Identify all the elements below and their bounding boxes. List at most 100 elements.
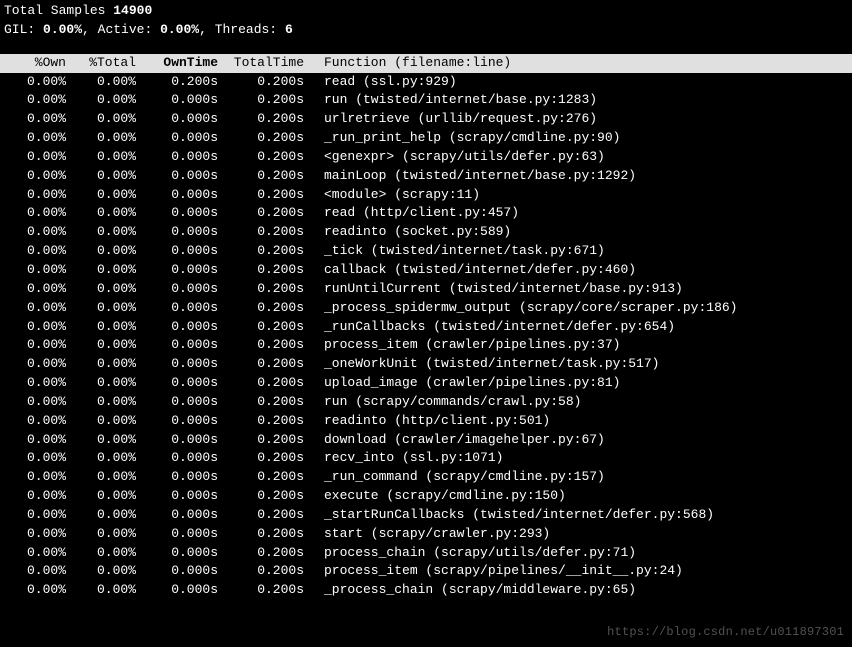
- cell-own: 0.00%: [4, 299, 66, 318]
- cell-function: download (crawler/imagehelper.py:67): [304, 431, 605, 450]
- cell-own: 0.00%: [4, 148, 66, 167]
- table-row: 0.00%0.00%0.000s0.200srecv_into (ssl.py:…: [4, 449, 848, 468]
- cell-owntime: 0.000s: [136, 186, 218, 205]
- cell-owntime: 0.000s: [136, 336, 218, 355]
- cell-function: process_item (scrapy/pipelines/__init__.…: [304, 562, 683, 581]
- cell-total: 0.00%: [66, 167, 136, 186]
- cell-own: 0.00%: [4, 431, 66, 450]
- cell-totaltime: 0.200s: [218, 280, 304, 299]
- header-own[interactable]: %Own: [4, 54, 66, 73]
- cell-function: start (scrapy/crawler.py:293): [304, 525, 550, 544]
- cell-total: 0.00%: [66, 204, 136, 223]
- header-total[interactable]: %Total: [66, 54, 136, 73]
- cell-total: 0.00%: [66, 223, 136, 242]
- table-row: 0.00%0.00%0.000s0.200srunUntilCurrent (t…: [4, 280, 848, 299]
- cell-function: runUntilCurrent (twisted/internet/base.p…: [304, 280, 683, 299]
- cell-total: 0.00%: [66, 148, 136, 167]
- cell-totaltime: 0.200s: [218, 562, 304, 581]
- cell-totaltime: 0.200s: [218, 355, 304, 374]
- table-row: 0.00%0.00%0.000s0.200scallback (twisted/…: [4, 261, 848, 280]
- cell-totaltime: 0.200s: [218, 242, 304, 261]
- cell-own: 0.00%: [4, 449, 66, 468]
- header-owntime[interactable]: OwnTime: [136, 54, 218, 73]
- cell-function: _run_command (scrapy/cmdline.py:157): [304, 468, 605, 487]
- cell-owntime: 0.000s: [136, 431, 218, 450]
- cell-total: 0.00%: [66, 318, 136, 337]
- cell-own: 0.00%: [4, 525, 66, 544]
- cell-totaltime: 0.200s: [218, 318, 304, 337]
- cell-function: <module> (scrapy:11): [304, 186, 480, 205]
- table-row: 0.00%0.00%0.000s0.200sprocess_chain (scr…: [4, 544, 848, 563]
- cell-total: 0.00%: [66, 355, 136, 374]
- table-row: 0.00%0.00%0.000s0.200sprocess_item (scra…: [4, 562, 848, 581]
- cell-function: read (http/client.py:457): [304, 204, 519, 223]
- profile-table: 0.00%0.00%0.200s0.200sread (ssl.py:929)0…: [0, 73, 852, 601]
- cell-total: 0.00%: [66, 280, 136, 299]
- cell-totaltime: 0.200s: [218, 299, 304, 318]
- cell-totaltime: 0.200s: [218, 204, 304, 223]
- cell-own: 0.00%: [4, 393, 66, 412]
- table-row: 0.00%0.00%0.000s0.200sexecute (scrapy/cm…: [4, 487, 848, 506]
- cell-own: 0.00%: [4, 73, 66, 92]
- cell-owntime: 0.000s: [136, 167, 218, 186]
- table-row: 0.00%0.00%0.000s0.200s_tick (twisted/int…: [4, 242, 848, 261]
- cell-owntime: 0.000s: [136, 393, 218, 412]
- cell-totaltime: 0.200s: [218, 91, 304, 110]
- gil-label: GIL:: [4, 22, 35, 37]
- cell-owntime: 0.000s: [136, 318, 218, 337]
- cell-function: read (ssl.py:929): [304, 73, 457, 92]
- cell-totaltime: 0.200s: [218, 544, 304, 563]
- table-row: 0.00%0.00%0.000s0.200s_run_print_help (s…: [4, 129, 848, 148]
- cell-owntime: 0.000s: [136, 468, 218, 487]
- table-row: 0.00%0.00%0.200s0.200sread (ssl.py:929): [4, 73, 848, 92]
- total-samples-label: Total Samples: [4, 3, 105, 18]
- cell-total: 0.00%: [66, 129, 136, 148]
- table-row: 0.00%0.00%0.000s0.200s_runCallbacks (twi…: [4, 318, 848, 337]
- cell-own: 0.00%: [4, 544, 66, 563]
- table-row: 0.00%0.00%0.000s0.200s<genexpr> (scrapy/…: [4, 148, 848, 167]
- cell-owntime: 0.000s: [136, 261, 218, 280]
- table-header: %Own%TotalOwnTimeTotalTimeFunction (file…: [0, 54, 852, 73]
- cell-owntime: 0.000s: [136, 487, 218, 506]
- table-row: 0.00%0.00%0.000s0.200sread (http/client.…: [4, 204, 848, 223]
- status-line-samples: Total Samples 14900: [4, 2, 848, 21]
- cell-total: 0.00%: [66, 487, 136, 506]
- cell-owntime: 0.200s: [136, 73, 218, 92]
- cell-total: 0.00%: [66, 525, 136, 544]
- cell-owntime: 0.000s: [136, 581, 218, 600]
- cell-function: run (twisted/internet/base.py:1283): [304, 91, 597, 110]
- cell-own: 0.00%: [4, 506, 66, 525]
- cell-totaltime: 0.200s: [218, 431, 304, 450]
- total-samples-value: 14900: [113, 3, 152, 18]
- header-function[interactable]: Function (filename:line): [304, 54, 511, 73]
- cell-owntime: 0.000s: [136, 110, 218, 129]
- header-totaltime[interactable]: TotalTime: [218, 54, 304, 73]
- cell-total: 0.00%: [66, 506, 136, 525]
- cell-own: 0.00%: [4, 581, 66, 600]
- cell-total: 0.00%: [66, 412, 136, 431]
- cell-totaltime: 0.200s: [218, 223, 304, 242]
- cell-totaltime: 0.200s: [218, 487, 304, 506]
- cell-total: 0.00%: [66, 91, 136, 110]
- cell-function: _oneWorkUnit (twisted/internet/task.py:5…: [304, 355, 659, 374]
- cell-totaltime: 0.200s: [218, 581, 304, 600]
- cell-function: process_chain (scrapy/utils/defer.py:71): [304, 544, 636, 563]
- cell-totaltime: 0.200s: [218, 110, 304, 129]
- cell-own: 0.00%: [4, 355, 66, 374]
- cell-function: process_item (crawler/pipelines.py:37): [304, 336, 620, 355]
- cell-totaltime: 0.200s: [218, 506, 304, 525]
- cell-own: 0.00%: [4, 318, 66, 337]
- cell-totaltime: 0.200s: [218, 261, 304, 280]
- cell-function: recv_into (ssl.py:1071): [304, 449, 503, 468]
- table-row: 0.00%0.00%0.000s0.200sreadinto (socket.p…: [4, 223, 848, 242]
- cell-function: readinto (socket.py:589): [304, 223, 511, 242]
- cell-totaltime: 0.200s: [218, 73, 304, 92]
- cell-owntime: 0.000s: [136, 204, 218, 223]
- cell-own: 0.00%: [4, 261, 66, 280]
- cell-owntime: 0.000s: [136, 544, 218, 563]
- table-row: 0.00%0.00%0.000s0.200s<module> (scrapy:1…: [4, 186, 848, 205]
- cell-own: 0.00%: [4, 242, 66, 261]
- gil-value: 0.00%: [43, 22, 82, 37]
- cell-own: 0.00%: [4, 223, 66, 242]
- status-pane: Total Samples 14900 GIL: 0.00%, Active: …: [0, 0, 852, 40]
